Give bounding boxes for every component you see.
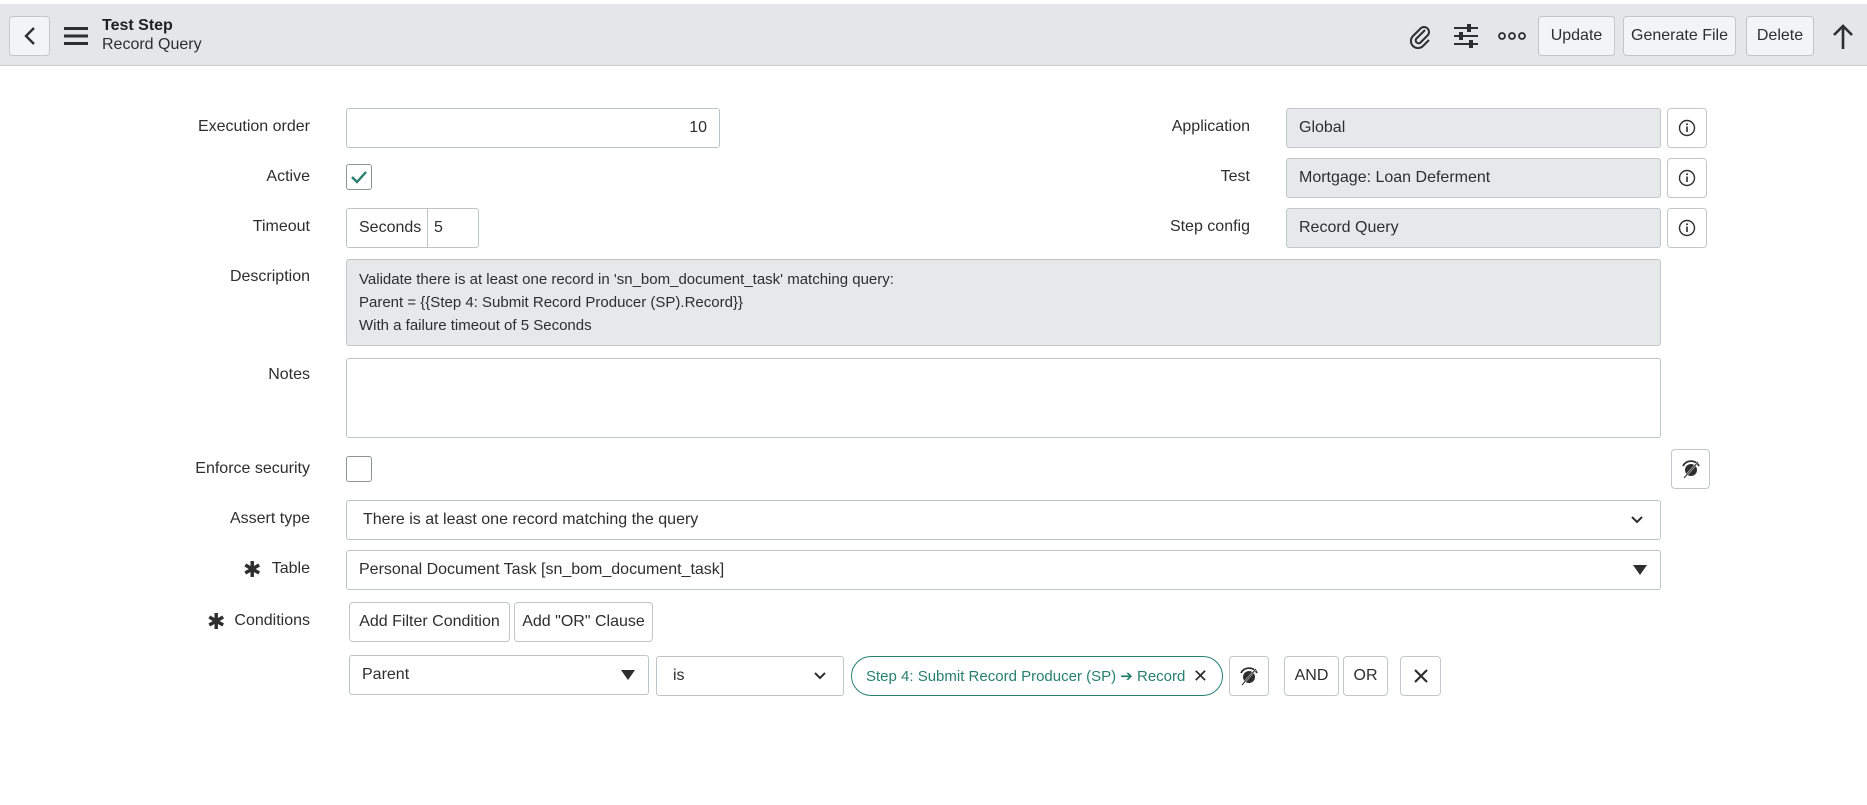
table-label: Table [271, 560, 310, 577]
application-field: Global [1286, 108, 1661, 148]
chevron-down-icon [814, 672, 826, 680]
timeout-unit-text: Seconds [359, 219, 422, 236]
condition-dot-walk-button[interactable] [1229, 656, 1269, 696]
caret-down-icon [621, 670, 635, 680]
condition-operator-select[interactable]: is [656, 656, 844, 696]
add-or-clause-button[interactable]: Add "OR" Clause [514, 602, 653, 642]
application-info-button[interactable] [1667, 108, 1707, 148]
test-field: Mortgage: Loan Deferment [1286, 158, 1661, 198]
page-subtitle: Record Query [102, 36, 202, 53]
paperclip-icon[interactable] [1405, 21, 1435, 51]
info-icon [1678, 119, 1696, 137]
delete-button[interactable]: Delete [1746, 16, 1814, 56]
test-label: Test [1220, 168, 1250, 185]
dot-walk-toggle-button[interactable] [1671, 449, 1710, 489]
active-label: Active [266, 168, 310, 185]
timeout-unit: Seconds [346, 208, 428, 248]
table-value: Personal Document Task [sn_bom_document_… [359, 561, 725, 578]
timeout-input[interactable]: 5 [427, 208, 479, 248]
chevron-left-icon [23, 27, 35, 45]
assert-type-select[interactable]: There is at least one record matching th… [346, 500, 1661, 540]
condition-value-pill[interactable]: Step 4: Submit Record Producer (SP) ➔ Re… [851, 656, 1223, 696]
checkmark-icon [351, 171, 367, 184]
required-icon: ✱ [207, 609, 226, 634]
back-button[interactable] [9, 16, 50, 56]
and-button[interactable]: AND [1284, 656, 1339, 696]
enforce-security-checkbox[interactable] [346, 456, 372, 482]
assert-type-value: There is at least one record matching th… [363, 511, 699, 528]
form-header: Test Step Record Query Update Generate F… [0, 4, 1867, 66]
update-button[interactable]: Update [1538, 16, 1615, 56]
condition-field-select[interactable]: Parent [349, 655, 649, 695]
page-title: Test Step [102, 17, 173, 34]
description-line-1: Validate there is at least one record in… [359, 271, 894, 288]
info-icon [1678, 169, 1696, 187]
hamburger-menu-icon[interactable] [62, 24, 90, 48]
timeout-value: 5 [434, 219, 443, 236]
step-config-info-button[interactable] [1667, 208, 1707, 248]
condition-operator-value: is [673, 667, 685, 684]
application-value: Global [1299, 119, 1346, 136]
arrow-up-icon[interactable] [1829, 22, 1857, 52]
application-label: Application [1171, 118, 1250, 135]
dot-walk-icon [1681, 460, 1700, 479]
description-label: Description [229, 268, 310, 285]
chevron-down-icon [1631, 516, 1643, 524]
table-select[interactable]: Personal Document Task [sn_bom_document_… [346, 550, 1661, 590]
description-line-2: Parent = {{Step 4: Submit Record Produce… [359, 294, 743, 311]
timeout-label: Timeout [252, 218, 310, 235]
enforce-security-label: Enforce security [195, 460, 310, 477]
description-line-3: With a failure timeout of 5 Seconds [359, 317, 592, 334]
condition-field-value: Parent [362, 666, 410, 683]
execution-order-value: 10 [689, 119, 707, 136]
test-info-button[interactable] [1667, 158, 1707, 198]
notes-textarea[interactable] [346, 358, 1661, 438]
sliders-icon[interactable] [1451, 21, 1481, 51]
remove-pill-icon[interactable]: ✕ [1193, 666, 1208, 687]
dot-walk-icon [1240, 667, 1258, 686]
conditions-label: Conditions [234, 612, 310, 629]
or-button[interactable]: OR [1343, 656, 1388, 696]
test-value: Mortgage: Loan Deferment [1299, 169, 1491, 186]
execution-order-label: Execution order [197, 118, 310, 135]
add-filter-condition-button[interactable]: Add Filter Condition [349, 602, 510, 642]
notes-label: Notes [268, 366, 310, 383]
assert-type-label: Assert type [229, 510, 310, 527]
condition-value-text: Step 4: Submit Record Producer (SP) ➔ Re… [866, 668, 1186, 685]
description-field: Validate there is at least one record in… [346, 259, 1661, 346]
step-config-field: Record Query [1286, 208, 1661, 248]
step-config-label: Step config [1169, 218, 1250, 235]
more-options-icon[interactable] [1497, 21, 1527, 51]
caret-down-icon [1633, 565, 1647, 575]
execution-order-input[interactable]: 10 [346, 108, 720, 148]
info-icon [1678, 219, 1696, 237]
remove-condition-button[interactable] [1400, 656, 1441, 696]
close-icon [1413, 669, 1428, 683]
active-checkbox[interactable] [346, 164, 372, 190]
generate-file-button[interactable]: Generate File [1623, 16, 1736, 56]
step-config-value: Record Query [1299, 219, 1399, 236]
